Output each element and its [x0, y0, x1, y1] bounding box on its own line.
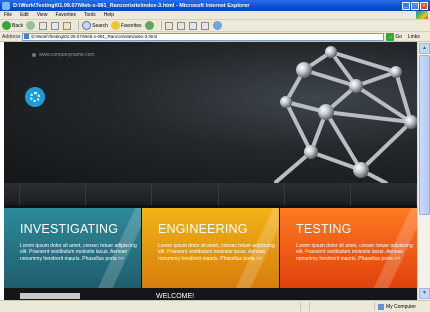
site-url: www.companyname.com	[32, 52, 95, 58]
history-icon	[144, 21, 154, 30]
menu-view[interactable]: View	[33, 12, 52, 18]
logo-ring-icon	[30, 92, 40, 102]
maximize-button[interactable]: □	[411, 1, 419, 10]
toolbar-divider	[78, 21, 80, 30]
history-button[interactable]	[144, 21, 155, 30]
address-bar: Address D:\Work\Testing\01.09.07\Web-x-0…	[0, 32, 430, 42]
nav-slot[interactable]	[86, 183, 153, 205]
status-bar: My Computer	[0, 300, 430, 312]
print-button[interactable]	[176, 21, 186, 30]
print-icon	[176, 21, 185, 30]
address-input[interactable]: D:\Work\Testing\01.09.07\Web-x-081_Ranzo…	[22, 32, 385, 41]
refresh-icon	[51, 21, 60, 30]
toolbar: Back Search Favorites	[0, 20, 430, 32]
nav-slot[interactable]	[285, 183, 351, 205]
go-button[interactable]: → Go	[386, 32, 403, 41]
home-button[interactable]	[63, 21, 72, 30]
panel-testing: TESTING Lorem ipsum dolor sit amet, cons…	[280, 208, 417, 288]
zone-label: My Computer	[385, 303, 416, 310]
chevron-decoration	[367, 208, 417, 288]
nav-slot	[4, 183, 20, 205]
nav-slot[interactable]	[20, 183, 87, 205]
messenger-icon	[212, 21, 222, 30]
window-title: D:\Work\Testing\01.09.07\Web-x-081_Ranzo…	[13, 2, 250, 9]
mail-icon	[164, 21, 173, 30]
bullet-icon	[32, 52, 36, 57]
chevron-decoration	[91, 208, 141, 288]
menu-tools[interactable]: Tools	[80, 12, 100, 18]
welcome-heading: WELCOME!	[156, 293, 195, 300]
address-value: D:\Work\Testing\01.09.07\Web-x-081_Ranzo…	[31, 34, 157, 39]
star-icon	[110, 21, 120, 30]
scroll-up-button[interactable]: ▲	[419, 43, 430, 54]
company-logo[interactable]	[25, 87, 45, 107]
panel-investigating: INVESTIGATING Lorem ipsum dolor sit amet…	[4, 208, 141, 288]
refresh-button[interactable]	[51, 21, 60, 30]
discuss-button[interactable]	[200, 21, 210, 30]
messenger-button[interactable]	[212, 21, 223, 30]
go-arrow-icon: →	[386, 32, 395, 41]
status-pane	[309, 302, 310, 311]
favorites-button[interactable]: Favorites	[110, 21, 142, 30]
close-button[interactable]: ×	[420, 1, 428, 10]
status-pane	[300, 302, 301, 311]
search-label: Search	[92, 22, 108, 29]
back-arrow-icon	[2, 21, 11, 30]
title-bar: D:\Work\Testing\01.09.07\Web-x-081_Ranzo…	[0, 0, 430, 11]
ie-icon	[2, 1, 10, 10]
panel-engineering: ENGINEERING Lorem ipsum dolor sit amet, …	[142, 208, 279, 288]
site-url-text: www.companyname.com	[39, 52, 95, 58]
search-button[interactable]: Search	[82, 21, 108, 30]
scroll-thumb[interactable]	[419, 55, 430, 215]
menu-bar: File Edit View Favorites Tools Help	[0, 11, 430, 20]
page-icon	[24, 34, 30, 39]
minimize-button[interactable]: _	[402, 1, 410, 10]
address-label: Address	[2, 33, 21, 40]
home-icon	[63, 21, 72, 30]
vertical-scrollbar[interactable]: ▲ ▼	[417, 42, 430, 300]
menu-file[interactable]: File	[0, 12, 16, 18]
cut-off-heading	[20, 293, 80, 299]
discuss-icon	[200, 21, 209, 30]
navigation-strip	[4, 183, 417, 205]
windows-logo-icon	[416, 11, 428, 19]
nav-slot[interactable]	[219, 183, 285, 205]
favorites-label: Favorites	[120, 22, 142, 29]
edit-icon	[188, 21, 197, 30]
menu-help[interactable]: Help	[100, 12, 118, 18]
nav-slot[interactable]	[351, 183, 417, 205]
back-button[interactable]: Back	[2, 21, 23, 30]
go-label: Go	[395, 33, 403, 40]
toolbar-divider	[160, 21, 162, 30]
back-label: Back	[12, 22, 24, 29]
forward-arrow-icon	[26, 21, 36, 30]
menu-favorites[interactable]: Favorites	[51, 12, 80, 18]
scroll-down-button[interactable]: ▼	[419, 288, 430, 299]
edit-button[interactable]	[188, 21, 198, 30]
stop-icon	[39, 21, 48, 30]
search-icon	[82, 21, 92, 30]
hero-banner: www.companyname.com	[4, 42, 417, 183]
mail-button[interactable]	[164, 21, 174, 30]
stop-button[interactable]	[39, 21, 48, 30]
links-button[interactable]: Links	[408, 34, 420, 40]
forward-button[interactable]	[26, 21, 36, 30]
nav-slot[interactable]	[152, 183, 219, 205]
chevron-decoration	[229, 208, 279, 288]
page-viewport: www.companyname.com INVESTIGATING Lorem …	[4, 42, 417, 300]
security-zone: My Computer	[373, 302, 430, 311]
lower-section: WELCOME!	[4, 288, 417, 300]
menu-edit[interactable]: Edit	[16, 12, 33, 18]
computer-icon	[377, 303, 384, 310]
molecule-illustration	[274, 46, 417, 183]
